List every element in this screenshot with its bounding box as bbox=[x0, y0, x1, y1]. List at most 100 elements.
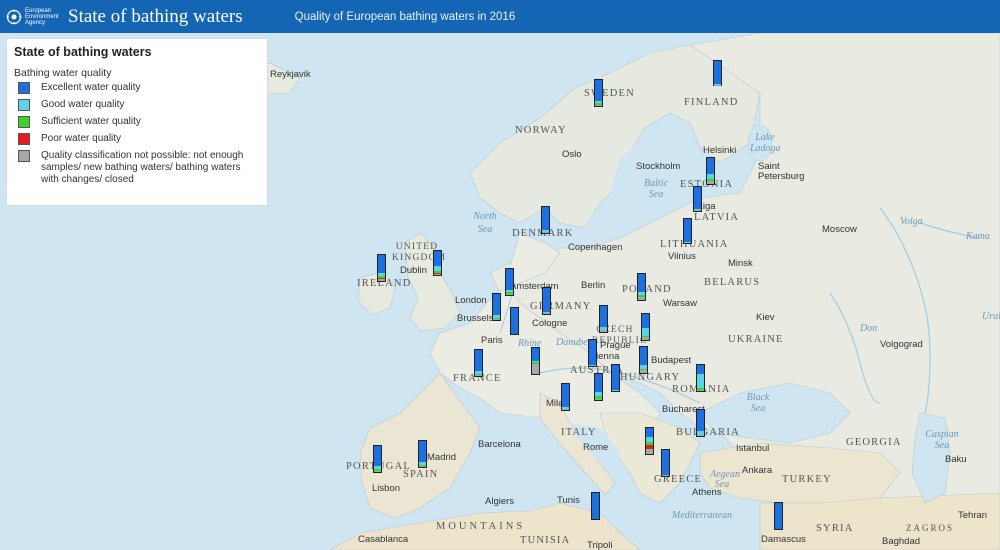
bar-segment-good bbox=[612, 389, 619, 391]
app-header: European Environment Agency State of bat… bbox=[0, 0, 1000, 33]
river-label: Volga bbox=[900, 216, 923, 227]
river-label: Kama bbox=[966, 231, 990, 242]
station-bar-portugal[interactable] bbox=[373, 445, 382, 473]
bar-segment-na bbox=[419, 466, 426, 467]
bar-segment-excellent bbox=[589, 340, 596, 365]
bar-segment-excellent bbox=[532, 348, 539, 361]
city-label: Paris bbox=[481, 335, 503, 346]
legend-title: State of bathing waters bbox=[14, 45, 152, 59]
station-bar-uk[interactable] bbox=[433, 250, 442, 276]
bar-segment-excellent bbox=[714, 61, 721, 84]
city-label: Vilnius bbox=[668, 251, 696, 262]
station-bar-estonia[interactable] bbox=[706, 157, 715, 185]
station-bar-netherlands[interactable] bbox=[505, 268, 514, 296]
station-bar-luxembourg[interactable] bbox=[510, 307, 519, 335]
bar-segment-na bbox=[506, 293, 513, 295]
bar-segment-excellent bbox=[612, 365, 619, 390]
station-bar-switzerland[interactable] bbox=[531, 347, 540, 375]
station-bar-slovakia[interactable] bbox=[641, 313, 650, 341]
bar-segment-excellent bbox=[378, 255, 385, 274]
legend-label: Excellent water quality bbox=[41, 82, 141, 93]
station-bar-denmark[interactable] bbox=[541, 206, 550, 234]
bar-segment-excellent bbox=[646, 428, 653, 438]
bar-segment-excellent bbox=[419, 441, 426, 463]
station-bar-belgium[interactable] bbox=[492, 293, 501, 321]
logo-line: Environment bbox=[25, 13, 59, 20]
city-label: Amsterdam bbox=[510, 281, 559, 292]
city-label: Stockholm bbox=[636, 161, 681, 172]
station-bar-czech[interactable] bbox=[599, 305, 608, 333]
river-label: Danube bbox=[556, 337, 588, 348]
city-label: Saint Petersburg bbox=[758, 161, 805, 182]
station-bar-sweden[interactable] bbox=[594, 79, 603, 107]
bar-segment-na bbox=[707, 181, 714, 184]
city-label: Tehran bbox=[958, 510, 988, 521]
country-label: UKRAINE bbox=[728, 334, 784, 345]
city-label: Lisbon bbox=[372, 483, 400, 494]
city-label: Minsk bbox=[728, 258, 753, 269]
river-label: Don bbox=[860, 323, 878, 334]
bar-segment-excellent bbox=[697, 365, 704, 375]
city-label: Oslo bbox=[562, 149, 582, 160]
city-label: Budapest bbox=[651, 355, 692, 366]
bar-segment-excellent bbox=[592, 493, 599, 519]
city-label: Algiers bbox=[485, 496, 515, 507]
country-label: BELARUS bbox=[704, 277, 761, 288]
station-bar-bulgaria[interactable] bbox=[696, 409, 705, 437]
country-label: GEORGIA bbox=[846, 437, 902, 448]
legend-swatch bbox=[18, 116, 30, 128]
city-label: Madrid bbox=[427, 452, 457, 463]
city-label: Baghdad bbox=[882, 536, 921, 547]
sea-label: Mediterranean bbox=[672, 510, 732, 521]
station-bar-ireland[interactable] bbox=[377, 254, 386, 282]
bar-segment-excellent bbox=[434, 251, 441, 266]
country-label: SPAIN bbox=[403, 469, 439, 480]
bar-segment-excellent bbox=[595, 80, 602, 102]
eea-logo[interactable]: European Environment Agency bbox=[6, 8, 64, 26]
sea-label: North Sea bbox=[473, 211, 497, 235]
station-bar-germany[interactable] bbox=[542, 287, 551, 315]
bar-segment-excellent bbox=[506, 269, 513, 290]
country-label: LITHUANIA bbox=[660, 239, 729, 250]
city-label: Brussels bbox=[457, 313, 494, 324]
city-label: Dublin bbox=[400, 265, 427, 276]
station-bar-italy[interactable] bbox=[561, 383, 570, 411]
sea-label: Aegean Sea bbox=[710, 469, 740, 490]
station-bar-slovenia[interactable] bbox=[594, 373, 603, 401]
app-subtitle: Quality of European bathing waters in 20… bbox=[294, 10, 516, 23]
bar-segment-na bbox=[646, 449, 653, 454]
bar-segment-na bbox=[662, 475, 669, 476]
city-label: London bbox=[455, 295, 487, 306]
station-bar-poland[interactable] bbox=[637, 273, 646, 301]
bar-segment-na bbox=[562, 409, 569, 410]
station-bar-finland[interactable] bbox=[713, 60, 722, 86]
bar-segment-na bbox=[374, 470, 381, 472]
bar-segment-excellent bbox=[684, 219, 691, 242]
station-bar-albania[interactable] bbox=[645, 427, 654, 455]
station-bar-lithuania[interactable] bbox=[683, 218, 692, 244]
station-bar-greece[interactable] bbox=[661, 449, 670, 477]
city-label: Kiev bbox=[756, 312, 775, 323]
city-label: Volgograd bbox=[880, 339, 923, 350]
legend-label: Sufficient water quality bbox=[41, 116, 141, 127]
station-bar-cyprus[interactable] bbox=[774, 502, 783, 530]
station-bar-france[interactable] bbox=[474, 349, 483, 377]
station-bar-hungary[interactable] bbox=[639, 346, 648, 374]
bar-segment-na bbox=[595, 104, 602, 106]
city-label: Prague bbox=[600, 340, 631, 351]
station-bar-romania[interactable] bbox=[696, 364, 705, 392]
station-bar-spain[interactable] bbox=[418, 440, 427, 468]
legend-item-not-classified: Quality classification not possible: not… bbox=[14, 150, 260, 186]
country-label: ITALY bbox=[561, 427, 597, 438]
bar-segment-na bbox=[640, 370, 647, 373]
river-label: Ural bbox=[982, 311, 1000, 322]
station-bar-croatia[interactable] bbox=[611, 364, 620, 392]
country-label: NORWAY bbox=[515, 125, 567, 136]
station-bar-malta[interactable] bbox=[591, 492, 600, 520]
sea-label: Black Sea bbox=[746, 392, 770, 414]
station-bar-austria[interactable] bbox=[588, 339, 597, 367]
station-bar-latvia[interactable] bbox=[693, 186, 702, 212]
city-label: Rome bbox=[583, 442, 609, 453]
city-label: Cologne bbox=[532, 318, 568, 329]
country-label: SYRIA bbox=[816, 523, 854, 534]
